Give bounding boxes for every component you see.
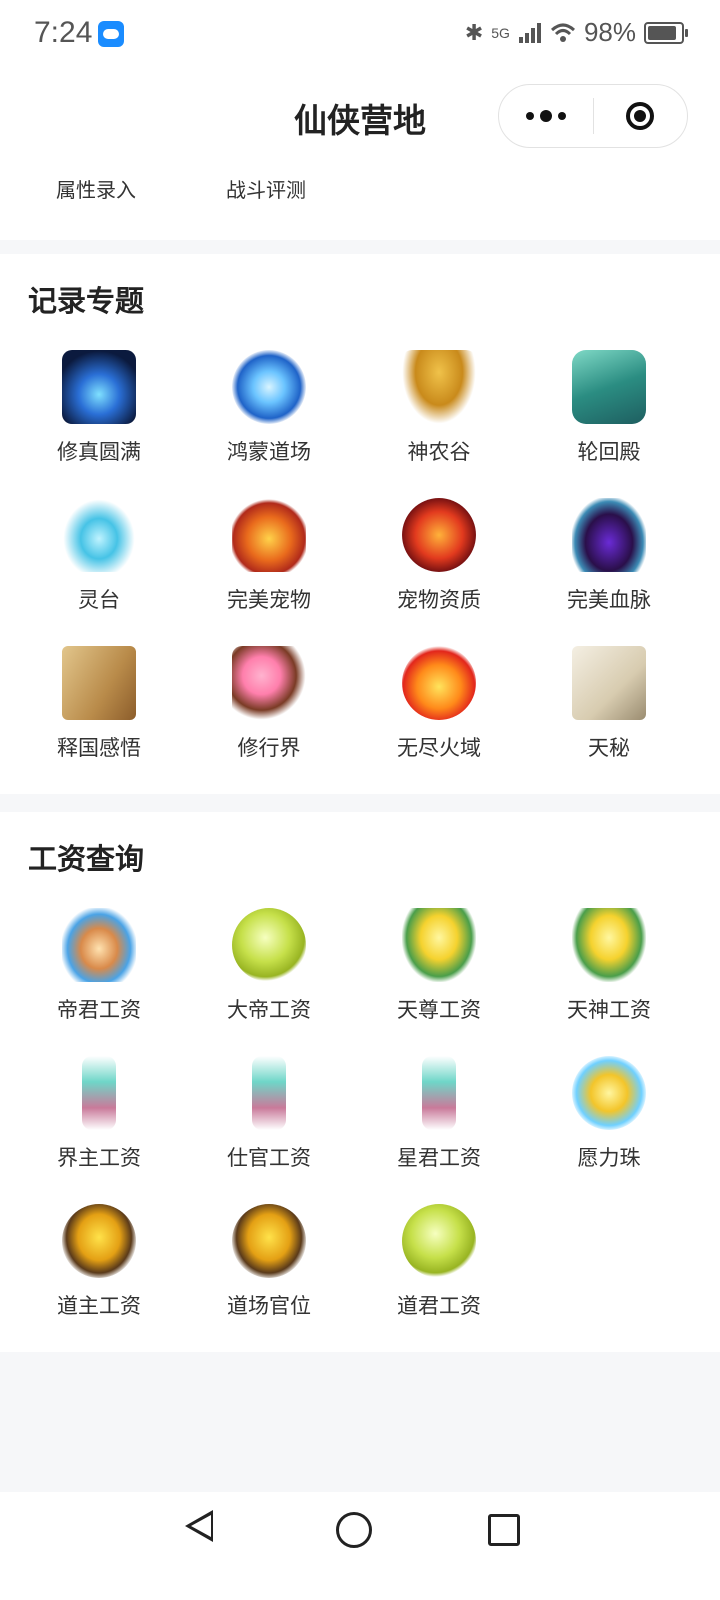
- status-time: 7:24: [34, 16, 93, 49]
- more-button[interactable]: [499, 85, 593, 147]
- records-item-label: 修行界: [237, 736, 301, 760]
- system-nav-bar: [0, 1492, 720, 1600]
- signal-icon: [518, 22, 541, 43]
- battery-percent: 98%: [583, 17, 636, 47]
- golden-flame-icon: [572, 908, 646, 982]
- records-section: 记录专题 修真圆满 鸿蒙道场 神农谷 轮回殿灵台 完美宠物 宠物资质 完美血脉释国感悟 修行界…: [0, 254, 720, 794]
- section-title-salary: 工资查询: [28, 842, 145, 876]
- top-nav: 属性录入 战斗评测: [0, 160, 720, 240]
- fire-orb-icon: [402, 646, 476, 720]
- recent-apps-icon[interactable]: [488, 1514, 520, 1546]
- more-dots-icon: [525, 110, 566, 122]
- ancient-book-icon: [62, 646, 136, 720]
- title-bar: 仙侠营地: [0, 70, 720, 160]
- salary-section: 工资查询 帝君工资 大帝工资 天尊工资 天神工资界主工资 仕官工资 星君工资 愿力珠道主工资…: [0, 812, 720, 1352]
- records-item[interactable]: 鸿蒙道场: [184, 350, 354, 480]
- vortex-portal-icon: [232, 350, 306, 424]
- bluetooth-icon: ✱: [464, 19, 484, 45]
- weather-icon: [98, 21, 124, 47]
- phoenix-icon: [232, 498, 306, 572]
- jade-seal-icon: [572, 350, 646, 424]
- golden-tree-icon: [402, 350, 476, 424]
- salary-item-label: 天尊工资: [397, 998, 481, 1022]
- golden-flame-icon: [402, 908, 476, 982]
- records-item[interactable]: 修行界: [184, 646, 354, 776]
- crystal-sword-icon: [252, 1056, 286, 1130]
- salary-item-label: 天神工资: [567, 998, 651, 1022]
- records-item-label: 无尽火域: [397, 736, 481, 760]
- star-orb-icon: [402, 1204, 476, 1278]
- salary-item[interactable]: 道主工资: [14, 1204, 184, 1334]
- salary-item-label: 星君工资: [397, 1146, 481, 1170]
- salary-item-label: 大帝工资: [227, 998, 311, 1022]
- salary-item[interactable]: 界主工资: [14, 1056, 184, 1186]
- salary-item[interactable]: 帝君工资: [14, 908, 184, 1038]
- battery-icon: [644, 21, 688, 44]
- status-bar: 7:24 ✱ 5G 98%: [0, 0, 720, 70]
- salary-item[interactable]: 天尊工资: [354, 908, 524, 1038]
- records-item[interactable]: 修真圆满: [14, 350, 184, 480]
- crystal-sword-icon: [422, 1056, 456, 1130]
- target-icon: [626, 102, 655, 130]
- records-item[interactable]: 无尽火域: [354, 646, 524, 776]
- home-icon[interactable]: [336, 1512, 372, 1548]
- salary-item-label: 愿力珠: [577, 1146, 641, 1170]
- salary-item[interactable]: 道场官位: [184, 1204, 354, 1334]
- records-item[interactable]: 完美血脉: [524, 498, 694, 628]
- records-item-label: 完美宠物: [227, 588, 311, 612]
- records-item[interactable]: 神农谷: [354, 350, 524, 480]
- salary-item-label: 仕官工资: [227, 1146, 311, 1170]
- crystal-sword-icon: [82, 1056, 116, 1130]
- salary-item[interactable]: 星君工资: [354, 1056, 524, 1186]
- star-orb-icon: [232, 908, 306, 982]
- records-item-label: 修真圆满: [57, 440, 141, 464]
- records-item-label: 轮回殿: [577, 440, 641, 464]
- fire-egg-icon: [402, 498, 476, 572]
- salary-item-label: 道主工资: [57, 1294, 141, 1318]
- nav-item-battle-review[interactable]: 战斗评测: [226, 174, 306, 203]
- salary-item-label: 界主工资: [57, 1146, 141, 1170]
- records-item[interactable]: 轮回殿: [524, 350, 694, 480]
- open-scroll-book-icon: [572, 646, 646, 720]
- records-item-label: 宠物资质: [397, 588, 481, 612]
- salary-item[interactable]: 大帝工资: [184, 908, 354, 1038]
- plum-blossom-tree-icon: [232, 646, 306, 720]
- records-item-label: 灵台: [78, 588, 120, 612]
- wifi-icon: [550, 23, 575, 42]
- records-item[interactable]: 完美宠物: [184, 498, 354, 628]
- records-item-label: 神农谷: [407, 440, 471, 464]
- salary-item[interactable]: 仕官工资: [184, 1056, 354, 1186]
- salary-item-label: 道君工资: [397, 1294, 481, 1318]
- section-title-records: 记录专题: [28, 284, 145, 318]
- ornate-vase-icon: [62, 908, 136, 982]
- miniprogram-capsule: [498, 84, 688, 148]
- dark-flame-icon: [572, 498, 646, 572]
- network-label: 5G: [491, 24, 510, 41]
- records-item[interactable]: 灵台: [14, 498, 184, 628]
- records-item[interactable]: 天秘: [524, 646, 694, 776]
- records-item[interactable]: 释国感悟: [14, 646, 184, 776]
- salary-item[interactable]: 愿力珠: [524, 1056, 694, 1186]
- status-indicators: ✱ 5G 98%: [464, 17, 688, 48]
- energy-sphere-icon: [572, 1056, 646, 1130]
- salary-item-label: 帝君工资: [57, 998, 141, 1022]
- meditation-figure-icon: [62, 350, 136, 424]
- golden-fire-nest-icon: [232, 1204, 306, 1278]
- salary-item-label: 道场官位: [227, 1294, 311, 1318]
- golden-fire-nest-icon: [62, 1204, 136, 1278]
- records-item[interactable]: 宠物资质: [354, 498, 524, 628]
- close-miniprogram-button[interactable]: [594, 85, 688, 147]
- back-icon[interactable]: [185, 1510, 213, 1542]
- salary-item[interactable]: 天神工资: [524, 908, 694, 1038]
- records-item-label: 鸿蒙道场: [227, 440, 311, 464]
- nav-item-attribute-entry[interactable]: 属性录入: [56, 174, 136, 203]
- water-swirl-icon: [62, 498, 136, 572]
- salary-item[interactable]: 道君工资: [354, 1204, 524, 1334]
- records-item-label: 天秘: [588, 736, 630, 760]
- records-item-label: 释国感悟: [57, 736, 141, 760]
- records-item-label: 完美血脉: [567, 588, 651, 612]
